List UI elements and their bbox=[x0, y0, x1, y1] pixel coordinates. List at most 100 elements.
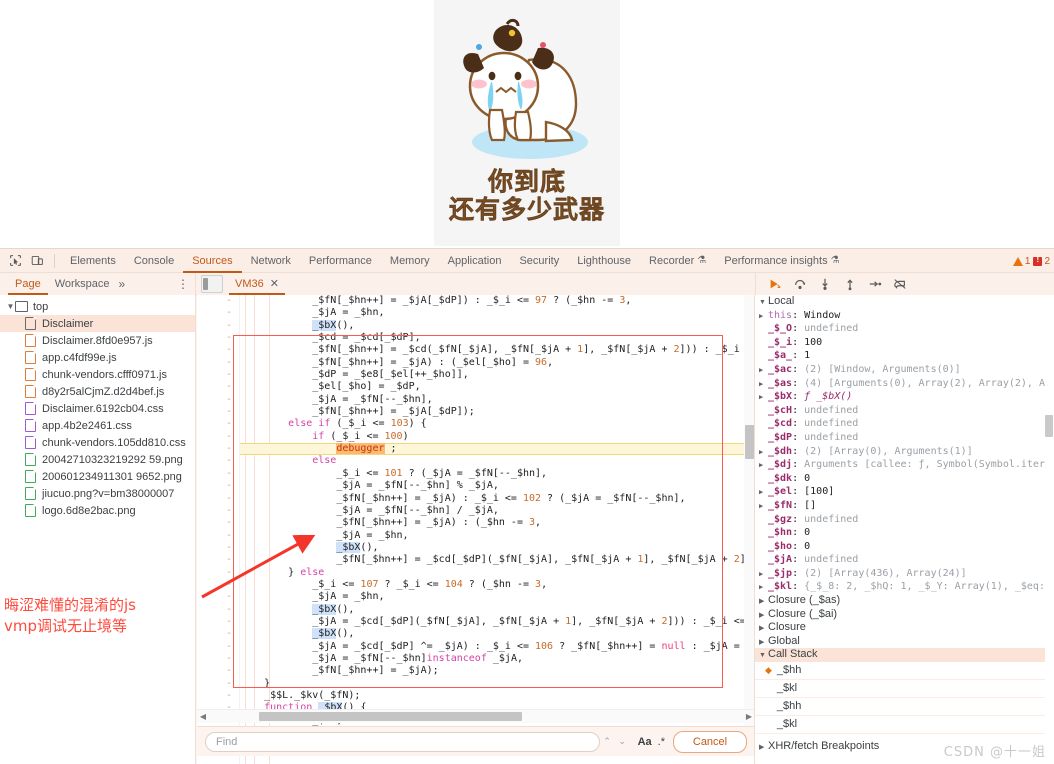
chevron-right-icon[interactable]: ▶ bbox=[759, 446, 768, 459]
gutter-mark[interactable]: - bbox=[197, 505, 239, 517]
code-line[interactable]: _$jA = _$hn, bbox=[240, 591, 755, 603]
code-line[interactable]: _$fN[_$hn++] = _$jA) : _$_i <= 102 ? (_$… bbox=[240, 493, 755, 505]
tree-file-item[interactable]: jiucuo.png?v=bm38000007 bbox=[0, 485, 195, 502]
code-line[interactable]: _$jA = _$fN[--_$hn] / _$jA, bbox=[240, 505, 755, 517]
show-navigator-toggle-icon[interactable] bbox=[201, 275, 223, 293]
tab-performance[interactable]: Performance bbox=[300, 249, 381, 273]
tree-root-top[interactable]: ▼ top bbox=[0, 298, 195, 315]
gutter-mark[interactable]: - bbox=[197, 579, 239, 591]
device-toolbar-icon[interactable] bbox=[27, 252, 47, 270]
source-code-editor[interactable]: ---------------------------------- _$fN[… bbox=[197, 295, 755, 764]
gutter-mark[interactable]: - bbox=[197, 530, 239, 542]
code-line[interactable]: _$dP = _$e8[_$el[++_$ho]], bbox=[240, 369, 755, 381]
code-line[interactable]: _$fN[_$hn++] = _$cd[_$dP](_$fN[_$jA], _$… bbox=[240, 554, 755, 566]
gutter-mark[interactable]: - bbox=[197, 493, 239, 505]
chevron-right-icon[interactable]: ▶ bbox=[759, 391, 768, 404]
navigator-file-tree[interactable]: ▼ top Disclaimer Disclaimer.8fd0e957.js ap… bbox=[0, 295, 196, 764]
find-input[interactable]: Find bbox=[205, 731, 600, 752]
gutter-mark[interactable]: - bbox=[197, 443, 239, 455]
gutter-mark[interactable]: - bbox=[197, 665, 239, 677]
code-line[interactable]: _$jA = _$fN[--_$hn] % _$jA, bbox=[240, 480, 755, 492]
code-line[interactable]: } else bbox=[240, 567, 755, 579]
code-line[interactable]: _$bX(), bbox=[240, 319, 755, 332]
code-line[interactable]: _$jA = _$hn, bbox=[240, 530, 755, 542]
scope-closure-row[interactable]: ▶ Global bbox=[755, 635, 1054, 649]
code-line[interactable]: _$jA = _$cd[_$dP] ^= _$jA) : _$_i <= 106… bbox=[240, 641, 755, 653]
scope-variable-row[interactable]: ▶ _$bX: ƒ _$bX() bbox=[755, 390, 1054, 404]
find-next-icon[interactable]: ⌄ bbox=[615, 736, 630, 747]
step-out-icon[interactable] bbox=[843, 277, 857, 291]
code-line[interactable]: _$_i <= 107 ? _$_i <= 104 ? (_$hn -= 3, bbox=[240, 579, 755, 591]
scope-closure-row[interactable]: ▶ Closure (_$as) bbox=[755, 594, 1054, 608]
code-line[interactable]: _$fN[_$hn++] = _$jA); bbox=[240, 665, 755, 677]
deactivate-breakpoints-icon[interactable] bbox=[893, 277, 907, 291]
code-line[interactable]: _$cd = _$cd[_$dP], bbox=[240, 332, 755, 344]
scope-variable-row[interactable]: _$a_: 1 bbox=[755, 349, 1054, 363]
scope-closure-row[interactable]: ▶ Closure bbox=[755, 621, 1054, 635]
editor-tab-vm36[interactable]: VM36 ✕ bbox=[229, 273, 285, 295]
chevron-right-icon[interactable]: ▶ bbox=[759, 500, 768, 513]
tree-file-item[interactable]: app.c4fdf99e.js bbox=[0, 349, 195, 366]
chevron-right-icon[interactable]: ▶ bbox=[759, 609, 768, 622]
gutter-mark[interactable]: - bbox=[197, 307, 239, 319]
gutter-mark[interactable]: - bbox=[197, 431, 239, 443]
gutter-mark[interactable]: - bbox=[197, 480, 239, 492]
scope-variable-row[interactable]: _$cd: undefined bbox=[755, 417, 1054, 431]
gutter-mark[interactable]: - bbox=[197, 604, 239, 616]
tree-file-item[interactable]: chunk-vendors.105dd810.css bbox=[0, 434, 195, 451]
tree-file-item[interactable]: Disclaimer.6192cb04.css bbox=[0, 400, 195, 417]
code-line[interactable]: _$jA = _$cd[_$dP](_$fN[_$jA], _$fN[_$jA … bbox=[240, 616, 755, 628]
gutter-mark[interactable]: - bbox=[197, 641, 239, 653]
step-over-icon[interactable] bbox=[793, 277, 807, 291]
chevron-right-icon[interactable]: ▶ bbox=[759, 741, 768, 754]
step-icon[interactable] bbox=[868, 277, 882, 291]
scope-variable-row[interactable]: ▶ _$el: [100] bbox=[755, 485, 1054, 499]
scope-variable-row[interactable]: ▶ this: Window bbox=[755, 309, 1054, 323]
code-line[interactable]: _$jA = _$fN[--_$hn]instanceof _$jA, bbox=[240, 653, 755, 665]
tree-file-item[interactable]: 20042710323219292 59.png bbox=[0, 451, 195, 468]
tab-network[interactable]: Network bbox=[242, 249, 300, 273]
chevron-right-icon[interactable]: ▶ bbox=[759, 636, 768, 649]
scrollbar-thumb[interactable] bbox=[1045, 415, 1053, 437]
find-prev-icon[interactable]: ⌃ bbox=[600, 736, 615, 747]
scope-variable-row[interactable]: ▶ _$ac: (2) [Window, Arguments(0)] bbox=[755, 363, 1054, 377]
warning-counter[interactable]: 1 bbox=[1012, 256, 1030, 267]
gutter-mark[interactable]: - bbox=[197, 616, 239, 628]
code-line[interactable]: _$bX(), bbox=[240, 628, 755, 640]
gutter-mark[interactable]: - bbox=[197, 653, 239, 665]
error-counter[interactable]: 2 bbox=[1033, 255, 1050, 267]
gutter-mark[interactable]: - bbox=[197, 332, 239, 344]
code-line[interactable]: _$bX(), bbox=[240, 541, 755, 554]
chevron-down-icon[interactable]: ▼ bbox=[759, 649, 768, 662]
gutter-mark[interactable]: - bbox=[197, 381, 239, 393]
gutter-mark[interactable]: - bbox=[197, 678, 239, 690]
chevron-right-icon[interactable]: ▶ bbox=[759, 486, 768, 499]
gutter-mark[interactable]: - bbox=[197, 455, 239, 467]
code-line[interactable]: _$fN[_$hn++] = _$cd(_$fN[_$jA], _$fN[_$j… bbox=[240, 344, 755, 356]
tab-lighthouse[interactable]: Lighthouse bbox=[568, 249, 640, 273]
cancel-button[interactable]: Cancel bbox=[673, 730, 747, 753]
scope-closure-row[interactable]: ▶ Closure (_$ai) bbox=[755, 608, 1054, 622]
code-line[interactable]: _$fN[_$hn++] = _$jA) : (_$hn -= 3, bbox=[240, 517, 755, 529]
callstack-frame[interactable]: ◆_$hh bbox=[755, 698, 1054, 717]
tab-console[interactable]: Console bbox=[125, 249, 183, 273]
navigator-menu-icon[interactable]: ⋮ bbox=[177, 277, 189, 291]
gutter-mark[interactable]: - bbox=[197, 517, 239, 529]
gutter-mark[interactable]: - bbox=[197, 542, 239, 554]
code-lines[interactable]: _$fN[_$hn++] = _$jA[_$dP]) : _$_i <= 97 … bbox=[240, 295, 755, 764]
tree-file-item[interactable]: 200601234911301 9652.png bbox=[0, 468, 195, 485]
gutter-mark[interactable]: - bbox=[197, 628, 239, 640]
tab-memory[interactable]: Memory bbox=[381, 249, 439, 273]
scope-variable-row[interactable]: _$dk: 0 bbox=[755, 472, 1054, 486]
scope-variable-row[interactable]: ▶ _$jp: (2) [Array(436), Array(24)] bbox=[755, 567, 1054, 581]
scope-variable-row[interactable]: ▶ _$as: (4) [Arguments(0), Array(2), Arra… bbox=[755, 377, 1054, 391]
callstack-frame[interactable]: ◆_$kl bbox=[755, 716, 1054, 735]
regex-button[interactable]: .* bbox=[658, 736, 665, 748]
code-line[interactable]: _$bX(), bbox=[240, 603, 755, 616]
gutter-mark[interactable]: - bbox=[197, 567, 239, 579]
scope-variable-row[interactable]: _$_O: undefined bbox=[755, 322, 1054, 336]
scope-variable-row[interactable]: _$ho: 0 bbox=[755, 540, 1054, 554]
code-line[interactable]: else bbox=[240, 455, 755, 467]
code-line[interactable]: _$el[_$ho] = _$dP, bbox=[240, 381, 755, 393]
scope-variable-row[interactable]: _$dP: undefined bbox=[755, 431, 1054, 445]
